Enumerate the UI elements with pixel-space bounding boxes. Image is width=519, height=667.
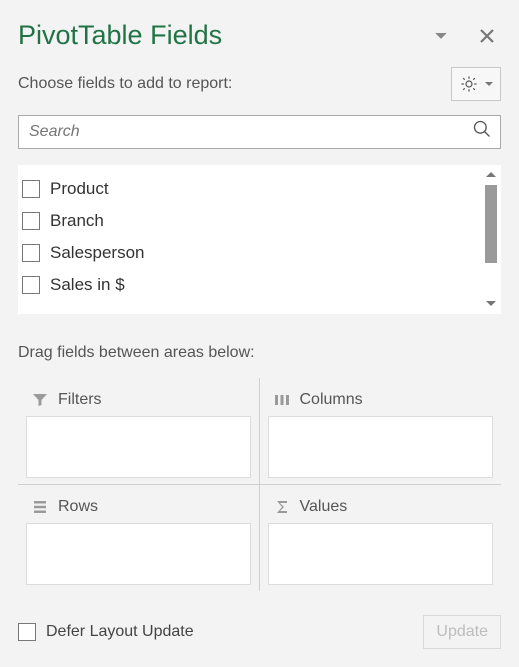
filters-label: Filters	[58, 391, 102, 409]
field-label: Branch	[50, 211, 104, 231]
columns-area[interactable]: Columns	[260, 378, 502, 484]
values-area-header: Values	[268, 493, 494, 521]
pane-title: PivotTable Fields	[18, 20, 409, 51]
field-label: Sales in $	[50, 275, 125, 295]
values-drop-zone[interactable]	[268, 523, 494, 585]
gear-icon	[460, 75, 478, 93]
search-box[interactable]	[18, 115, 501, 149]
sigma-icon	[272, 499, 292, 515]
caret-down-icon	[484, 81, 494, 88]
field-label: Product	[50, 179, 109, 199]
values-label: Values	[300, 498, 348, 516]
search-input[interactable]	[27, 117, 472, 147]
field-list[interactable]: Product Branch Salesperson Sales in $	[18, 165, 481, 314]
field-item-product[interactable]: Product	[22, 173, 477, 205]
checkbox[interactable]	[22, 212, 40, 230]
field-list-container: Product Branch Salesperson Sales in $	[18, 165, 501, 314]
pane-header: PivotTable Fields	[18, 0, 501, 67]
drag-fields-label: Drag fields between areas below:	[18, 344, 501, 362]
checkbox[interactable]	[22, 276, 40, 294]
scroll-thumb[interactable]	[485, 185, 497, 263]
scroll-up-button[interactable]	[481, 165, 501, 185]
checkbox[interactable]	[22, 180, 40, 198]
choose-fields-row: Choose fields to add to report:	[18, 67, 501, 101]
chevron-down-icon	[485, 300, 497, 308]
checkbox[interactable]	[22, 244, 40, 262]
update-button: Update	[423, 615, 501, 649]
rows-drop-zone[interactable]	[26, 523, 251, 585]
filters-area[interactable]: Filters	[18, 378, 260, 484]
chevron-up-icon	[485, 171, 497, 179]
field-list-scrollbar[interactable]	[481, 165, 501, 314]
field-item-salesperson[interactable]: Salesperson	[22, 237, 477, 269]
choose-fields-label: Choose fields to add to report:	[18, 75, 451, 93]
defer-layout-checkbox[interactable]: Defer Layout Update	[18, 623, 423, 641]
scroll-down-button[interactable]	[481, 294, 501, 314]
filters-area-header: Filters	[26, 386, 251, 414]
field-item-sales-in-dollars[interactable]: Sales in $	[22, 269, 477, 301]
columns-label: Columns	[300, 391, 363, 409]
close-icon	[480, 29, 494, 43]
rows-icon	[30, 499, 50, 515]
values-area[interactable]: Values	[260, 485, 502, 591]
field-item-branch[interactable]: Branch	[22, 205, 477, 237]
rows-area[interactable]: Rows	[18, 485, 260, 591]
rows-area-header: Rows	[26, 493, 251, 521]
search-icon	[472, 119, 492, 144]
defer-layout-label: Defer Layout Update	[46, 623, 194, 641]
tools-dropdown-button[interactable]	[451, 67, 501, 101]
close-button[interactable]	[473, 22, 501, 50]
drop-areas-grid: Filters Columns Rows	[18, 378, 501, 591]
columns-icon	[272, 392, 292, 408]
columns-area-header: Columns	[268, 386, 494, 414]
rows-label: Rows	[58, 498, 98, 516]
pivottable-fields-pane: PivotTable Fields Choose fields to add t…	[0, 0, 519, 667]
filters-drop-zone[interactable]	[26, 416, 251, 477]
field-label: Salesperson	[50, 243, 145, 263]
filter-icon	[30, 392, 50, 408]
scroll-track[interactable]	[481, 185, 501, 294]
checkbox[interactable]	[18, 623, 36, 641]
caret-down-icon	[435, 32, 447, 40]
pane-footer: Defer Layout Update Update	[18, 615, 501, 649]
pane-options-dropdown[interactable]	[427, 22, 455, 50]
columns-drop-zone[interactable]	[268, 416, 494, 477]
